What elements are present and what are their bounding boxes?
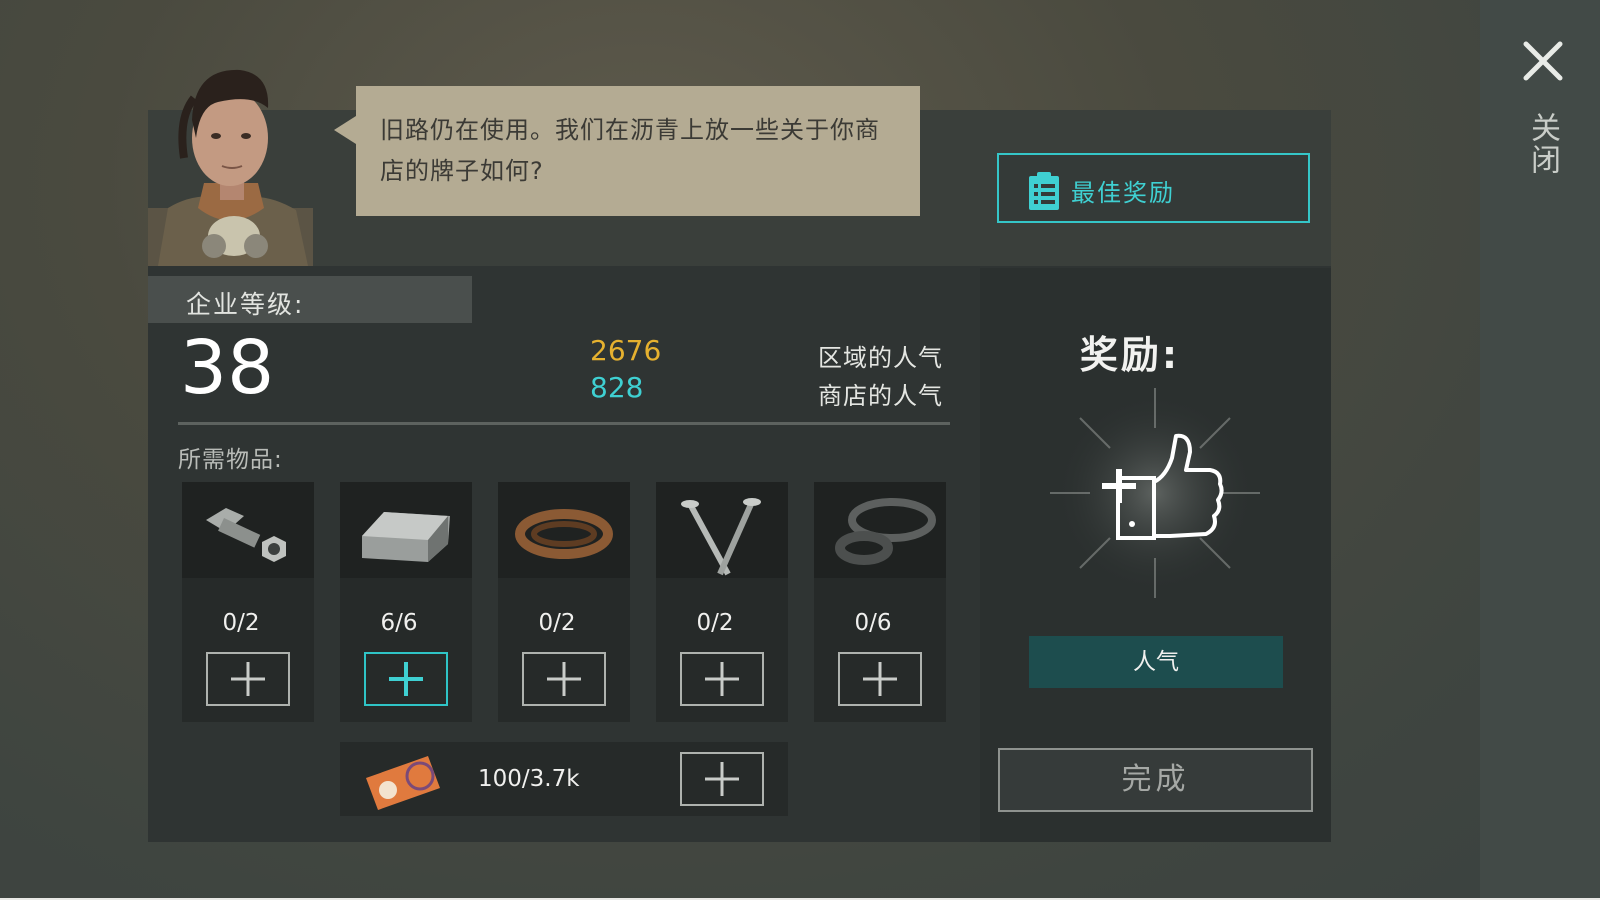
popularity-badge: 人气 xyxy=(1029,636,1283,688)
plus-icon xyxy=(389,662,423,696)
item-count: 6/6 xyxy=(380,610,418,636)
speech-bubble-tail xyxy=(334,116,356,144)
plus-icon xyxy=(863,662,897,696)
plus-icon xyxy=(705,762,739,796)
add-item-button[interactable] xyxy=(206,652,290,706)
leather-strap-icon xyxy=(498,482,630,578)
reward-panel: 奖励: 人气 完成 xyxy=(980,268,1331,842)
shop-popularity-value: 828 xyxy=(590,371,644,404)
add-item-button[interactable] xyxy=(838,652,922,706)
metal-ingot-icon xyxy=(340,482,472,578)
shop-popularity-label: 商店的人气 xyxy=(818,382,943,410)
section-divider xyxy=(178,422,950,425)
add-item-button[interactable] xyxy=(680,652,764,706)
required-item-strap: 0/2 xyxy=(498,482,630,722)
best-reward-label: 最佳奖励 xyxy=(1071,179,1175,207)
required-item-gaskets: 0/6 xyxy=(814,482,946,722)
npc-portrait xyxy=(148,58,313,266)
speech-bubble: 旧路仍在使用。我们在沥青上放一些关于你商店的牌子如何? xyxy=(356,86,920,216)
bolt-nut-icon xyxy=(182,482,314,578)
ticket-count: 100/3.7k xyxy=(478,766,580,792)
close-label[interactable]: 关闭 xyxy=(1524,112,1560,176)
add-item-button[interactable] xyxy=(522,652,606,706)
reward-title: 奖励: xyxy=(1079,333,1181,377)
enterprise-level-label: 企业等级: xyxy=(186,290,305,319)
complete-button-label: 完成 xyxy=(1121,762,1190,797)
popularity-thumbs-up-icon xyxy=(1040,388,1270,598)
required-item-bolts: 0/2 xyxy=(182,482,314,722)
popularity-badge-label: 人气 xyxy=(1133,649,1179,675)
required-item-nails: 0/2 xyxy=(656,482,788,722)
item-count: 0/2 xyxy=(222,610,260,636)
item-count: 0/6 xyxy=(854,610,892,636)
plus-icon xyxy=(547,662,581,696)
complete-button[interactable]: 完成 xyxy=(998,748,1313,812)
required-item-ingot: 6/6 xyxy=(340,482,472,722)
close-button[interactable] xyxy=(1518,36,1568,86)
ticket-requirement: 100/3.7k xyxy=(340,742,788,816)
rubber-gasket-icon xyxy=(814,482,946,578)
best-reward-button[interactable]: 最佳奖励 xyxy=(997,153,1310,223)
required-items-label: 所需物品: xyxy=(178,447,283,473)
nails-icon xyxy=(656,482,788,578)
area-popularity-value: 2676 xyxy=(590,334,662,367)
plus-icon xyxy=(231,662,265,696)
item-count: 0/2 xyxy=(538,610,576,636)
enterprise-level-tab: 企业等级: xyxy=(148,276,472,323)
add-item-button[interactable] xyxy=(364,652,448,706)
enterprise-level-value: 38 xyxy=(180,325,275,411)
area-popularity-label: 区域的人气 xyxy=(818,344,943,372)
dialog-text: 旧路仍在使用。我们在沥青上放一些关于你商店的牌子如何? xyxy=(380,116,880,185)
plus-icon xyxy=(705,662,739,696)
item-count: 0/2 xyxy=(696,610,734,636)
coupon-ticket-icon xyxy=(362,748,444,814)
close-icon xyxy=(1523,41,1563,81)
add-ticket-button[interactable] xyxy=(680,752,764,806)
clipboard-icon xyxy=(1029,172,1059,210)
